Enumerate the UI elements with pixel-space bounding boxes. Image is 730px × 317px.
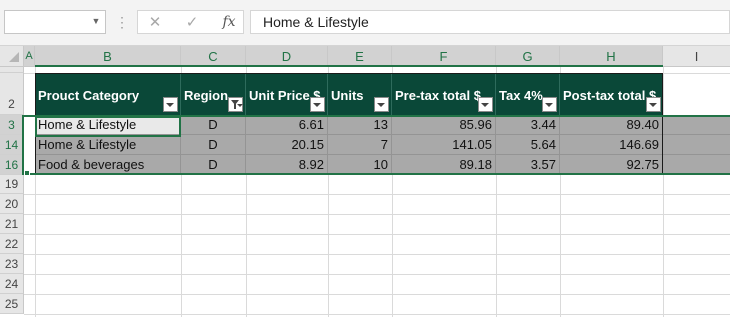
column-header-a[interactable]: A: [24, 46, 35, 67]
column-selection-indicator: [35, 65, 663, 67]
insert-function-icon[interactable]: fx: [218, 13, 240, 31]
row-header-22[interactable]: 22: [0, 234, 24, 254]
row-selection-indicator: [22, 115, 24, 175]
grid-line: [24, 194, 730, 195]
column-header-d[interactable]: D: [246, 46, 328, 67]
formula-bar-splitter[interactable]: ⋮: [115, 12, 129, 32]
enter-icon[interactable]: ✓: [182, 14, 202, 32]
column-header-i[interactable]: I: [663, 46, 730, 67]
active-cell-outline: [35, 116, 181, 137]
row-header-21[interactable]: 21: [0, 214, 24, 234]
row-header-16[interactable]: 16: [0, 155, 24, 175]
row-header-24[interactable]: 24: [0, 274, 24, 294]
column-header-f[interactable]: F: [392, 46, 496, 67]
fill-handle[interactable]: [24, 170, 30, 176]
grid-line: [24, 294, 730, 295]
select-all-triangle-icon: [9, 52, 19, 62]
chevron-down-icon[interactable]: ▼: [91, 16, 101, 26]
grid-line: [24, 214, 730, 215]
row-header-25[interactable]: 25: [0, 294, 24, 314]
selection-border-bottom: [24, 173, 730, 175]
column-header-b[interactable]: B: [35, 46, 181, 67]
column-header-g[interactable]: G: [496, 46, 560, 67]
column-header-h[interactable]: H: [560, 46, 663, 67]
cancel-icon[interactable]: ✕: [145, 14, 165, 32]
table-cell[interactable]: [663, 135, 730, 155]
row-header-2[interactable]: 2: [0, 73, 24, 115]
column-header-e[interactable]: E: [328, 46, 392, 67]
row-header-14[interactable]: 14: [0, 135, 24, 155]
grid-line: [663, 67, 664, 317]
grid-line: [24, 274, 730, 275]
formula-input[interactable]: Home & Lifestyle: [250, 10, 730, 34]
row-header-3[interactable]: 3: [0, 115, 24, 135]
grid-line: [24, 254, 730, 255]
column-header-c[interactable]: C: [181, 46, 246, 67]
grid-line: [24, 314, 730, 315]
row-header-23[interactable]: 23: [0, 254, 24, 274]
row-header-19[interactable]: 19: [0, 175, 24, 194]
grid-line: [24, 234, 730, 235]
table-cell[interactable]: [663, 115, 730, 135]
row-header-20[interactable]: 20: [0, 194, 24, 214]
table-cell[interactable]: [663, 155, 730, 175]
